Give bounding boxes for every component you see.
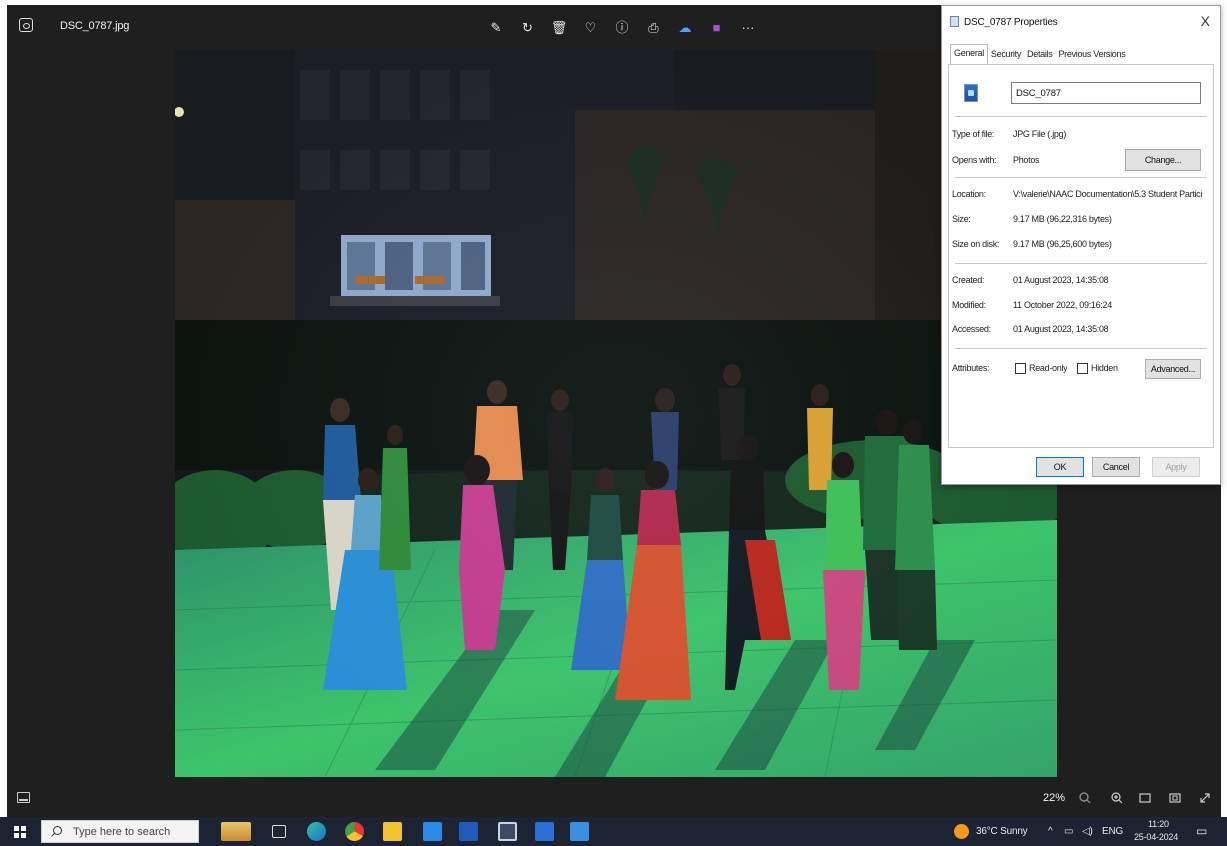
viewer-footer: 22% xyxy=(7,779,1221,817)
volume-icon[interactable]: ◁) xyxy=(1082,826,1093,837)
windows-taskbar: Type here to search 36°C Sunny ^ ▭ ◁) EN… xyxy=(0,817,1227,846)
language-indicator[interactable]: ENG xyxy=(1102,826,1123,837)
dialog-buttons: OK Cancel Apply xyxy=(942,450,1220,484)
dialog-tabs: General Security Details Previous Versio… xyxy=(950,44,1128,65)
advanced-button[interactable]: Advanced... xyxy=(1145,359,1201,379)
size-label: Size: xyxy=(952,214,971,224)
file-type-icon xyxy=(964,84,978,102)
tab-general[interactable]: General xyxy=(950,44,988,65)
edge-browser-icon[interactable] xyxy=(307,822,326,841)
rotate-icon[interactable]: ↻ xyxy=(517,18,539,36)
clipchamp-icon[interactable]: ■ xyxy=(706,18,728,36)
size-on-disk-label: Size on disk: xyxy=(952,239,1000,249)
properties-dialog: DSC_0787 Properties X General Security D… xyxy=(941,5,1221,485)
cancel-button[interactable]: Cancel xyxy=(1092,457,1140,477)
accessed-value: 01 August 2023, 14:35:08 xyxy=(1013,324,1109,334)
zoom-out-icon[interactable] xyxy=(1077,790,1093,806)
tab-details[interactable]: Details xyxy=(1024,46,1055,65)
file-name-field[interactable]: DSC_0787 xyxy=(1011,82,1201,104)
zoom-in-icon[interactable] xyxy=(1109,790,1125,806)
network-icon[interactable]: ▭ xyxy=(1064,826,1073,837)
tab-previous-versions[interactable]: Previous Versions xyxy=(1055,46,1128,65)
type-of-file-label: Type of file: xyxy=(952,129,995,139)
separator xyxy=(955,116,1207,117)
general-tab-panel: DSC_0787 Type of file: JPG File (.jpg) O… xyxy=(948,64,1214,448)
read-only-checkbox[interactable] xyxy=(1015,363,1026,374)
notifications-icon[interactable]: ▭ xyxy=(1196,824,1207,838)
separator xyxy=(955,263,1207,264)
search-placeholder: Type here to search xyxy=(73,826,171,838)
opens-with-label: Opens with: xyxy=(952,155,997,165)
clock-date[interactable]: 25-04-2024 xyxy=(1134,832,1178,842)
file-explorer-icon[interactable] xyxy=(383,822,402,841)
delete-icon[interactable]: 🗑 xyxy=(548,18,570,36)
night-dance-photo xyxy=(175,50,1057,777)
clock-time[interactable]: 11:20 xyxy=(1148,819,1169,829)
separator xyxy=(955,177,1207,178)
jpg-file-icon xyxy=(950,16,959,27)
close-icon[interactable]: X xyxy=(1201,13,1210,29)
hidden-label: Hidden xyxy=(1091,363,1118,373)
change-button[interactable]: Change... xyxy=(1125,149,1201,171)
outlook-icon[interactable] xyxy=(459,822,478,841)
photos-app-icon xyxy=(19,18,33,32)
word-icon[interactable] xyxy=(535,822,554,841)
favorite-icon[interactable]: ♡ xyxy=(580,18,602,36)
read-only-label: Read-only xyxy=(1029,363,1068,373)
modified-label: Modified: xyxy=(952,300,986,310)
file-name-title: DSC_0787.jpg xyxy=(60,20,130,32)
filmstrip-icon[interactable] xyxy=(17,792,30,803)
full-screen-icon[interactable] xyxy=(1197,790,1213,806)
type-of-file-value: JPG File (.jpg) xyxy=(1013,129,1067,139)
modified-value: 11 October 2022, 09:16:24 xyxy=(1013,300,1112,310)
weather-sun-icon[interactable] xyxy=(954,824,969,839)
hidden-checkbox[interactable] xyxy=(1077,363,1088,374)
dialog-titlebar: DSC_0787 Properties X xyxy=(942,6,1220,36)
apply-button[interactable]: Apply xyxy=(1152,457,1200,477)
weather-text[interactable]: 36°C Sunny xyxy=(976,826,1028,837)
edit-icon[interactable]: ✎ xyxy=(485,18,507,36)
search-icon xyxy=(53,826,62,835)
viewer-toolbar: ✎ ↻ 🗑 ♡ ⓘ ⎙ ☁ ■ ··· xyxy=(485,18,769,36)
show-hidden-icons[interactable]: ^ xyxy=(1048,826,1053,837)
size-value: 9.17 MB (96,22,316 bytes) xyxy=(1013,214,1112,224)
task-view-icon[interactable] xyxy=(272,825,286,838)
windows-start-icon[interactable] xyxy=(14,826,26,838)
location-value: V:\valerie\NAAC Documentation\5.3 Studen… xyxy=(1013,189,1203,199)
photo-canvas xyxy=(175,50,1057,777)
chrome-browser-icon[interactable] xyxy=(345,822,364,841)
location-label: Location: xyxy=(952,189,986,199)
tab-security[interactable]: Security xyxy=(988,46,1024,65)
mail-icon[interactable] xyxy=(423,822,442,841)
info-icon[interactable]: ⓘ xyxy=(611,18,633,36)
dialog-title: DSC_0787 Properties xyxy=(964,17,1058,28)
zoom-level: 22% xyxy=(1043,792,1066,804)
attributes-label: Attributes: xyxy=(952,363,990,373)
ok-button[interactable]: OK xyxy=(1036,457,1084,477)
onedrive-icon[interactable]: ☁ xyxy=(674,18,696,36)
actual-size-icon[interactable] xyxy=(1167,790,1183,806)
created-label: Created: xyxy=(952,275,985,285)
search-highlight-icon[interactable] xyxy=(221,822,251,841)
more-options-icon[interactable]: ··· xyxy=(737,18,759,36)
print-icon[interactable]: ⎙ xyxy=(643,18,665,36)
separator xyxy=(955,348,1207,349)
fit-to-window-icon[interactable] xyxy=(1137,790,1153,806)
size-on-disk-value: 9.17 MB (96,25,600 bytes) xyxy=(1013,239,1112,249)
created-value: 01 August 2023, 14:35:08 xyxy=(1013,275,1109,285)
taskbar-search-box[interactable]: Type here to search xyxy=(41,820,199,843)
store-icon[interactable] xyxy=(498,822,517,841)
photos-taskbar-icon[interactable] xyxy=(570,822,589,841)
opens-with-value: Photos xyxy=(1013,155,1040,165)
accessed-label: Accessed: xyxy=(952,324,991,334)
